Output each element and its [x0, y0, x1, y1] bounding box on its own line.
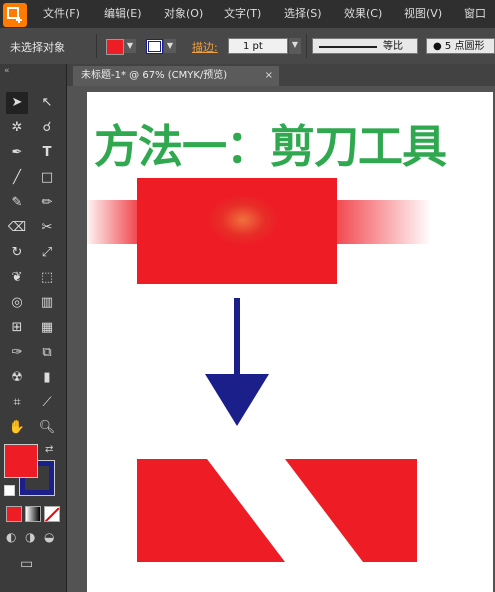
free-transform-tool-icon[interactable]: ⬚	[36, 267, 58, 289]
default-colors-icon[interactable]	[4, 485, 15, 496]
canvas-area[interactable]: 方法一：剪刀工具	[67, 86, 495, 592]
artboard-tool-icon[interactable]: ⌗	[6, 392, 28, 414]
stroke-profile-label: 等比	[383, 41, 403, 52]
scissors-tool-icon[interactable]: ✂	[36, 217, 58, 239]
artwork	[87, 178, 429, 562]
swap-colors-icon[interactable]: ⇄	[45, 444, 53, 455]
blend-tool-icon[interactable]: ⧉	[36, 342, 58, 364]
fill-swatch[interactable]	[106, 39, 124, 55]
rectangle-tool-icon[interactable]: □	[36, 167, 58, 189]
brush-label: 5 点圆形	[444, 41, 485, 52]
magic-wand-tool-icon[interactable]: ✲	[6, 117, 28, 139]
eyedropper-tool-icon[interactable]: ✑	[6, 342, 28, 364]
menu-view[interactable]: 视图(V)	[404, 5, 442, 21]
perspective-grid-tool-icon[interactable]: ▥	[36, 292, 58, 314]
stroke-profile-dropdown[interactable]: 等比	[312, 38, 418, 54]
gradient-tool-icon[interactable]: ▦	[36, 317, 58, 339]
line-tool-icon[interactable]: ╱	[6, 167, 28, 189]
pencil-tool-icon[interactable]: ✏	[36, 192, 58, 214]
stroke-swatch[interactable]	[146, 39, 163, 54]
pen-tool-icon[interactable]: ✒	[6, 142, 28, 164]
control-bar: 未选择对象 ▼ ▼ 描边: 1 pt ▼ 等比 ● 5 点圆形	[0, 28, 495, 65]
rotate-tool-icon[interactable]: ↻	[6, 242, 28, 264]
menu-edit[interactable]: 编辑(E)	[104, 5, 142, 21]
document-tab-strip: 未标题-1* @ 67% (CMYK/预览) ×	[67, 64, 495, 86]
divider	[96, 34, 97, 58]
chevron-down-icon[interactable]: ▼	[124, 39, 136, 53]
type-tool-icon[interactable]: T	[36, 142, 58, 164]
shape-builder-tool-icon[interactable]: ◎	[6, 292, 28, 314]
lasso-tool-icon[interactable]: ☌	[36, 117, 58, 139]
screen-mode-icon[interactable]: ▭	[20, 556, 33, 572]
menu-object[interactable]: 对象(O)	[164, 5, 203, 21]
fill-color-swatch[interactable]	[4, 444, 38, 478]
warp-tool-icon[interactable]: ❦	[6, 267, 28, 289]
cursor-glow	[207, 194, 279, 246]
draw-behind-icon[interactable]: ◑	[25, 530, 35, 544]
direct-selection-tool-icon[interactable]: ↖	[36, 92, 58, 114]
zoom-tool-icon[interactable]: 🔍︎	[36, 417, 58, 439]
menu-type[interactable]: 文字(T)	[224, 5, 261, 21]
brush-dropdown[interactable]: ● 5 点圆形	[426, 38, 495, 54]
menu-effect[interactable]: 效果(C)	[344, 5, 382, 21]
arrow-head	[205, 374, 269, 426]
selection-tool-icon[interactable]: ➤	[6, 92, 28, 114]
draw-inside-icon[interactable]: ◒	[44, 530, 54, 544]
artboard[interactable]: 方法一：剪刀工具	[87, 92, 493, 592]
symbol-sprayer-tool-icon[interactable]: ☢	[6, 367, 28, 389]
paintbrush-tool-icon[interactable]: ✎	[6, 192, 28, 214]
brush-dot-icon: ●	[433, 41, 445, 52]
menu-select[interactable]: 选择(S)	[284, 5, 322, 21]
mesh-tool-icon[interactable]: ⊞	[6, 317, 28, 339]
illustrator-logo-icon[interactable]	[3, 3, 27, 27]
stroke-label[interactable]: 描边:	[192, 39, 218, 55]
collapse-icon[interactable]: «	[4, 66, 10, 76]
tools-panel: « ➤ ↖ ✲ ☌ ✒ T ╱ □ ✎ ✏ ⌫ ✂ ↻ ⤢ ❦ ⬚ ◎ ▥ ⊞ …	[0, 64, 67, 592]
stroke-line-preview	[319, 46, 377, 48]
menu-bar: 文件(F) 编辑(E) 对象(O) 文字(T) 选择(S) 效果(C) 视图(V…	[0, 0, 495, 28]
cut-shape-right[interactable]	[285, 459, 417, 562]
blur-band-left	[87, 200, 137, 244]
none-mode-icon[interactable]	[44, 506, 60, 522]
stroke-weight-value: 1 pt	[243, 41, 263, 52]
slice-tool-icon[interactable]: ⟋	[36, 392, 58, 414]
divider	[306, 34, 307, 58]
document-tab-title: 未标题-1* @ 67% (CMYK/预览)	[81, 70, 228, 81]
cut-shape-left[interactable]	[137, 459, 285, 562]
draw-normal-icon[interactable]: ◐	[6, 530, 16, 544]
chevron-down-icon[interactable]: ▼	[289, 38, 301, 54]
gradient-mode-icon[interactable]	[25, 506, 41, 522]
menu-file[interactable]: 文件(F)	[43, 5, 80, 21]
selection-status: 未选择对象	[10, 41, 65, 54]
stroke-weight-field[interactable]: 1 pt	[228, 38, 288, 54]
scale-tool-icon[interactable]: ⤢	[36, 242, 58, 264]
hand-tool-icon[interactable]: ✋	[6, 417, 28, 439]
arrow-shaft	[234, 298, 240, 380]
document-tab[interactable]: 未标题-1* @ 67% (CMYK/预览) ×	[73, 66, 279, 86]
chevron-down-icon[interactable]: ▼	[164, 39, 176, 53]
blur-band-right	[337, 200, 429, 244]
menu-window[interactable]: 窗口	[464, 5, 486, 21]
color-mode-icon[interactable]	[6, 506, 22, 522]
eraser-tool-icon[interactable]: ⌫	[6, 217, 28, 239]
close-icon[interactable]: ×	[265, 66, 273, 86]
graph-tool-icon[interactable]: ▮	[36, 367, 58, 389]
